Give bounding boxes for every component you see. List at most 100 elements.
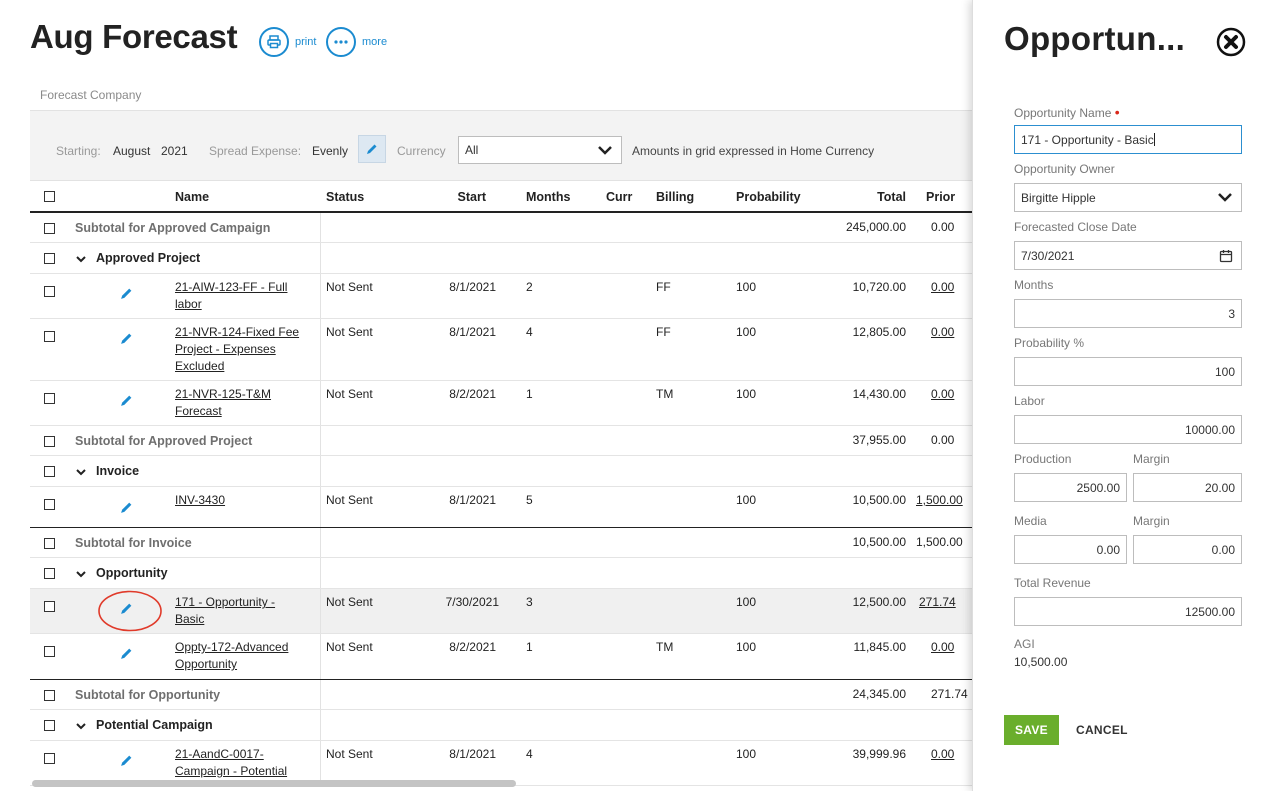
col-months[interactable]: Months	[526, 189, 570, 206]
col-status[interactable]: Status	[326, 189, 364, 206]
pencil-icon[interactable]	[120, 501, 133, 514]
chevron-down-icon[interactable]	[76, 722, 86, 730]
subtotal-row: Subtotal for Approved Project 37,955.00 …	[30, 426, 972, 456]
total-revenue-input[interactable]: 12500.00	[1014, 597, 1242, 626]
row-checkbox[interactable]	[44, 538, 55, 549]
chevron-down-icon	[598, 146, 612, 155]
production-margin-input[interactable]: 20.00	[1133, 473, 1242, 502]
row-checkbox[interactable]	[44, 331, 55, 342]
subtotal-total: 37,955.00	[852, 433, 906, 447]
row-checkbox[interactable]	[44, 646, 55, 657]
row-prior-link[interactable]: 0.00	[931, 324, 954, 341]
months-label: Months	[1014, 278, 1054, 292]
row-checkbox[interactable]	[44, 253, 55, 264]
starting-month[interactable]: August	[113, 144, 150, 158]
agi-value: 10,500.00	[1014, 655, 1068, 669]
row-name-link[interactable]: 21-NVR-125-T&M Forecast	[175, 386, 285, 420]
filter-bar: Starting: August 2021 Spread Expense: Ev…	[30, 110, 972, 181]
group-row[interactable]: Potential Campaign	[30, 710, 972, 741]
row-name-link[interactable]: 21-AandC-0017-Campaign - Potential	[175, 746, 300, 780]
table-row: Oppty-172-Advanced Opportunity Not Sent …	[30, 634, 972, 680]
row-checkbox[interactable]	[44, 436, 55, 447]
forecast-main: Aug Forecast print more Forecast Company…	[0, 0, 972, 791]
group-row[interactable]: Opportunity	[30, 558, 972, 589]
row-months: 4	[526, 325, 533, 339]
row-checkbox[interactable]	[44, 720, 55, 731]
opportunity-name-input[interactable]: 171 - Opportunity - Basic	[1014, 125, 1242, 154]
table-row: 21-AIW-123-FF - Full labor Not Sent 8/1/…	[30, 274, 972, 319]
opportunity-owner-select[interactable]: Birgitte Hipple	[1014, 183, 1242, 212]
subtotal-total: 24,345.00	[852, 687, 906, 701]
pencil-icon[interactable]	[120, 754, 133, 767]
row-name-link[interactable]: 171 - Opportunity - Basic	[175, 594, 295, 628]
row-name-link[interactable]: 21-NVR-124-Fixed Fee Project - Expenses …	[175, 324, 305, 375]
row-prior-link[interactable]: 0.00	[931, 639, 954, 656]
pencil-icon[interactable]	[120, 394, 133, 407]
save-button[interactable]: SAVE	[1004, 715, 1059, 745]
chevron-down-icon[interactable]	[76, 570, 86, 578]
group-row[interactable]: Invoice	[30, 456, 972, 487]
subtotal-row: Subtotal for Opportunity 24,345.00 271.7…	[30, 680, 972, 710]
subtotal-label: Subtotal for Opportunity	[75, 688, 221, 702]
row-checkbox[interactable]	[44, 601, 55, 612]
chevron-down-icon[interactable]	[76, 255, 86, 263]
more-button[interactable]: more	[326, 27, 387, 57]
media-margin-input[interactable]: 0.00	[1133, 535, 1242, 564]
print-button[interactable]: print	[259, 27, 316, 57]
row-checkbox[interactable]	[44, 286, 55, 297]
chevron-down-icon[interactable]	[76, 468, 86, 476]
calendar-icon[interactable]	[1219, 249, 1233, 263]
col-probability[interactable]: Probability	[736, 189, 801, 206]
page-title: Aug Forecast	[30, 18, 238, 55]
col-prior[interactable]: Prior	[926, 189, 955, 206]
edit-filters-button[interactable]	[358, 135, 386, 163]
row-prior-link[interactable]: 0.00	[931, 279, 954, 296]
row-status: Not Sent	[326, 493, 373, 507]
media-input[interactable]: 0.00	[1014, 535, 1127, 564]
col-start[interactable]: Start	[426, 189, 486, 206]
labor-input[interactable]: 10000.00	[1014, 415, 1242, 444]
row-checkbox[interactable]	[44, 223, 55, 234]
row-checkbox[interactable]	[44, 690, 55, 701]
horizontal-scrollbar[interactable]	[32, 780, 516, 787]
col-billing[interactable]: Billing	[656, 189, 694, 206]
row-prior-link[interactable]: 1,500.00	[916, 492, 963, 509]
probability-input[interactable]: 100	[1014, 357, 1242, 386]
row-total: 10,500.00	[852, 493, 906, 507]
row-months: 1	[526, 387, 533, 401]
currency-select[interactable]: All	[458, 136, 622, 164]
pencil-icon[interactable]	[120, 287, 133, 300]
row-name-link[interactable]: 21-AIW-123-FF - Full labor	[175, 279, 295, 313]
pencil-icon[interactable]	[120, 647, 133, 660]
spread-value[interactable]: Evenly	[312, 144, 348, 158]
row-checkbox[interactable]	[44, 499, 55, 510]
row-start: 8/2/2021	[449, 387, 496, 401]
starting-year[interactable]: 2021	[161, 144, 188, 158]
group-label: Approved Project	[96, 251, 201, 265]
select-all-checkbox[interactable]	[44, 191, 55, 202]
pencil-icon[interactable]	[120, 332, 133, 345]
row-months: 5	[526, 493, 533, 507]
col-curr[interactable]: Curr	[606, 189, 632, 206]
col-total[interactable]: Total	[826, 189, 906, 206]
production-label: Production	[1014, 452, 1072, 466]
row-billing: FF	[656, 280, 671, 294]
row-checkbox[interactable]	[44, 568, 55, 579]
row-checkbox[interactable]	[44, 393, 55, 404]
row-prior-link[interactable]: 271.74	[919, 594, 956, 611]
row-checkbox[interactable]	[44, 753, 55, 764]
group-row[interactable]: Approved Project	[30, 243, 972, 274]
cancel-button[interactable]: CANCEL	[1074, 715, 1130, 745]
row-prior-link[interactable]: 0.00	[931, 386, 954, 403]
col-name[interactable]: Name	[175, 189, 209, 206]
pencil-icon[interactable]	[120, 602, 133, 615]
months-input[interactable]: 3	[1014, 299, 1242, 328]
close-panel-button[interactable]	[1216, 27, 1246, 57]
row-name-link[interactable]: Oppty-172-Advanced Opportunity	[175, 639, 300, 673]
grid-header: Name Status Start Months Curr Billing Pr…	[30, 181, 972, 213]
production-input[interactable]: 2500.00	[1014, 473, 1127, 502]
row-name-link[interactable]: INV-3430	[175, 492, 225, 509]
row-prior-link[interactable]: 0.00	[931, 746, 954, 763]
row-checkbox[interactable]	[44, 466, 55, 477]
close-date-input[interactable]: 7/30/2021	[1014, 241, 1242, 270]
